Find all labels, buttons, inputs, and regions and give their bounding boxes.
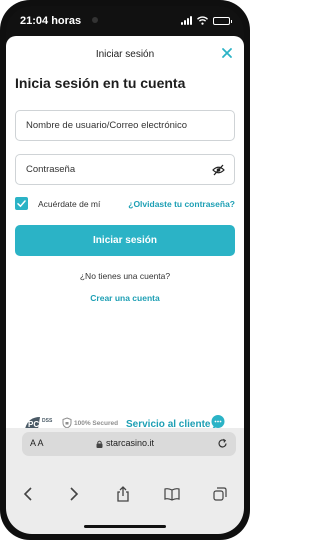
close-icon[interactable]: [220, 46, 234, 60]
secured-text: 100% Secured: [74, 419, 119, 427]
svg-text:DSS: DSS: [42, 418, 53, 424]
reload-icon[interactable]: [217, 438, 228, 449]
checkmark-icon: [17, 200, 26, 208]
password-field[interactable]: Contraseña: [15, 154, 235, 185]
browser-toolbar: [6, 486, 244, 506]
forgot-password-link[interactable]: ¿Olvidaste tu contraseña?: [128, 199, 235, 209]
eye-off-icon[interactable]: [212, 164, 225, 176]
login-button[interactable]: Iniciar sesión: [15, 225, 235, 256]
remember-label: Acuérdate de mí: [38, 199, 101, 209]
customer-service-link[interactable]: Servicio al cliente: [126, 419, 211, 428]
status-icons: [181, 15, 232, 25]
chat-bubble-icon[interactable]: [210, 414, 226, 428]
username-field[interactable]: Nombre de usuario/Correo electrónico: [15, 110, 235, 141]
password-placeholder: Contraseña: [26, 164, 76, 175]
username-placeholder: Nombre de usuario/Correo electrónico: [26, 120, 188, 131]
share-icon[interactable]: [115, 486, 131, 502]
back-icon[interactable]: [20, 486, 36, 502]
pci-dss-logo: PCI DSS: [25, 417, 53, 428]
forward-icon[interactable]: [66, 486, 82, 502]
lock-icon: [96, 440, 103, 448]
secured-badge: 100% Secured: [62, 415, 118, 428]
screen: 21:04 horas Iniciar sesión Inicia sesión…: [6, 6, 244, 534]
svg-text:PCI: PCI: [28, 420, 41, 428]
camera-dot: [92, 17, 98, 23]
status-bar: 21:04 horas: [6, 6, 244, 36]
status-time: 21:04 horas: [20, 15, 82, 27]
phone-frame: 21:04 horas Iniciar sesión Inicia sesión…: [0, 0, 250, 540]
battery-icon: [213, 17, 232, 25]
tabs-icon[interactable]: [212, 486, 228, 502]
wifi-icon: [197, 16, 208, 25]
reader-aa-button[interactable]: A A: [30, 438, 44, 448]
page-heading: Inicia sesión en tu cuenta: [15, 75, 186, 91]
remember-checkbox[interactable]: [15, 197, 28, 210]
home-indicator: [84, 525, 166, 528]
shield-lock-icon: [62, 417, 72, 428]
url-text: starcasino.it: [106, 438, 155, 448]
no-account-text: ¿No tienes una cuenta?: [79, 271, 171, 281]
create-account-link[interactable]: Crear una cuenta: [6, 293, 244, 303]
browser-chrome: A A starcasino.it: [6, 428, 244, 534]
modal-title: Iniciar sesión: [95, 49, 155, 60]
bookmarks-icon[interactable]: [164, 486, 180, 502]
signal-bars-icon: [181, 16, 192, 25]
address-bar[interactable]: A A starcasino.it: [22, 432, 236, 456]
login-modal: Iniciar sesión Inicia sesión en tu cuent…: [6, 36, 244, 428]
